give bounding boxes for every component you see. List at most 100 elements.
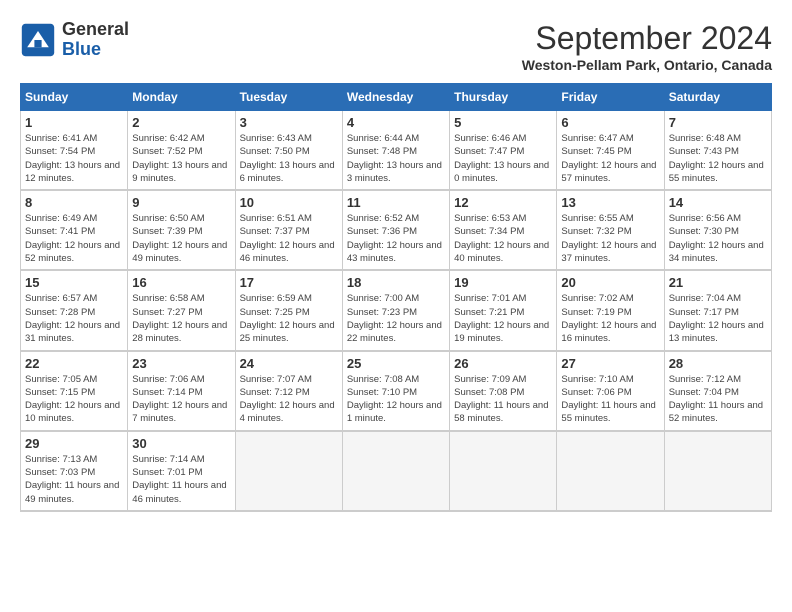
day-detail: Sunrise: 6:59 AMSunset: 7:25 PMDaylight:… [240,292,338,345]
day-number: 5 [454,115,552,130]
empty-cell [342,431,449,511]
page-header: General Blue September 2024 Weston-Pella… [20,20,772,73]
empty-cell [235,431,342,511]
day-cell-7: 7 Sunrise: 6:48 AMSunset: 7:43 PMDaylight… [664,111,771,191]
day-cell-9: 9 Sunrise: 6:50 AMSunset: 7:39 PMDaylight… [128,190,235,270]
day-detail: Sunrise: 7:13 AMSunset: 7:03 PMDaylight:… [25,453,123,506]
empty-cell [450,431,557,511]
day-cell-19: 19 Sunrise: 7:01 AMSunset: 7:21 PMDayligh… [450,270,557,350]
day-detail: Sunrise: 7:00 AMSunset: 7:23 PMDaylight:… [347,292,445,345]
day-cell-15: 15 Sunrise: 6:57 AMSunset: 7:28 PMDayligh… [21,270,128,350]
day-number: 23 [132,356,230,371]
day-number: 12 [454,195,552,210]
day-number: 7 [669,115,767,130]
day-cell-27: 27Sunrise: 7:10 AMSunset: 7:06 PMDayligh… [557,351,664,431]
day-number: 13 [561,195,659,210]
day-cell-24: 24 Sunrise: 7:07 AMSunset: 7:12 PMDayligh… [235,351,342,431]
day-number: 6 [561,115,659,130]
day-detail: Sunrise: 6:46 AMSunset: 7:47 PMDaylight:… [454,132,552,185]
day-cell-12: 12 Sunrise: 6:53 AMSunset: 7:34 PMDayligh… [450,190,557,270]
day-cell-3: 3 Sunrise: 6:43 AMSunset: 7:50 PMDaylight… [235,111,342,191]
day-number: 10 [240,195,338,210]
weekday-header-wednesday: Wednesday [342,84,449,111]
day-detail: Sunrise: 6:49 AMSunset: 7:41 PMDaylight:… [25,212,123,265]
day-detail: Sunrise: 7:08 AMSunset: 7:10 PMDaylight:… [347,373,445,426]
day-detail: Sunrise: 7:14 AMSunset: 7:01 PMDaylight:… [132,453,230,506]
day-cell-4: 4 Sunrise: 6:44 AMSunset: 7:48 PMDaylight… [342,111,449,191]
day-number: 28 [669,356,767,371]
weekday-header-friday: Friday [557,84,664,111]
calendar-table: SundayMondayTuesdayWednesdayThursdayFrid… [20,83,772,512]
day-detail: Sunrise: 6:43 AMSunset: 7:50 PMDaylight:… [240,132,338,185]
day-cell-28: 28 Sunrise: 7:12 AMSunset: 7:04 PMDayligh… [664,351,771,431]
title-block: September 2024 Weston-Pellam Park, Ontar… [522,20,772,73]
week-row-2: 8 Sunrise: 6:49 AMSunset: 7:41 PMDaylight… [21,190,772,270]
day-detail: Sunrise: 6:41 AMSunset: 7:54 PMDaylight:… [25,132,123,185]
logo-general: General [62,19,129,39]
day-detail: Sunrise: 6:57 AMSunset: 7:28 PMDaylight:… [25,292,123,345]
day-cell-29: 29 Sunrise: 7:13 AMSunset: 7:03 PMDayligh… [21,431,128,511]
day-detail: Sunrise: 6:52 AMSunset: 7:36 PMDaylight:… [347,212,445,265]
location: Weston-Pellam Park, Ontario, Canada [522,57,772,73]
day-number: 4 [347,115,445,130]
logo: General Blue [20,20,129,60]
day-cell-23: 23 Sunrise: 7:06 AMSunset: 7:14 PMDayligh… [128,351,235,431]
week-row-4: 22Sunrise: 7:05 AMSunset: 7:15 PMDayligh… [21,351,772,431]
day-detail: Sunrise: 6:50 AMSunset: 7:39 PMDaylight:… [132,212,230,265]
weekday-header-monday: Monday [128,84,235,111]
day-detail: Sunrise: 6:58 AMSunset: 7:27 PMDaylight:… [132,292,230,345]
day-number: 2 [132,115,230,130]
day-number: 22 [25,356,123,371]
weekday-header-tuesday: Tuesday [235,84,342,111]
empty-cell [557,431,664,511]
day-number: 16 [132,275,230,290]
day-cell-18: 18 Sunrise: 7:00 AMSunset: 7:23 PMDayligh… [342,270,449,350]
day-cell-16: 16 Sunrise: 6:58 AMSunset: 7:27 PMDayligh… [128,270,235,350]
day-cell-13: 13 Sunrise: 6:55 AMSunset: 7:32 PMDayligh… [557,190,664,270]
day-number: 18 [347,275,445,290]
day-number: 27 [561,356,659,371]
day-number: 29 [25,436,123,451]
day-number: 14 [669,195,767,210]
day-number: 17 [240,275,338,290]
day-number: 30 [132,436,230,451]
day-number: 24 [240,356,338,371]
day-detail: Sunrise: 6:47 AMSunset: 7:45 PMDaylight:… [561,132,659,185]
day-number: 9 [132,195,230,210]
day-detail: Sunrise: 6:44 AMSunset: 7:48 PMDaylight:… [347,132,445,185]
day-number: 11 [347,195,445,210]
day-number: 3 [240,115,338,130]
day-number: 20 [561,275,659,290]
day-cell-5: 5 Sunrise: 6:46 AMSunset: 7:47 PMDaylight… [450,111,557,191]
day-detail: Sunrise: 7:12 AMSunset: 7:04 PMDaylight:… [669,373,767,426]
weekday-header-saturday: Saturday [664,84,771,111]
logo-icon [20,22,56,58]
day-detail: Sunrise: 6:48 AMSunset: 7:43 PMDaylight:… [669,132,767,185]
empty-cell [664,431,771,511]
day-cell-6: 6 Sunrise: 6:47 AMSunset: 7:45 PMDaylight… [557,111,664,191]
day-detail: Sunrise: 7:04 AMSunset: 7:17 PMDaylight:… [669,292,767,345]
day-number: 15 [25,275,123,290]
day-cell-30: 30 Sunrise: 7:14 AMSunset: 7:01 PMDayligh… [128,431,235,511]
day-number: 8 [25,195,123,210]
day-cell-8: 8 Sunrise: 6:49 AMSunset: 7:41 PMDaylight… [21,190,128,270]
day-detail: Sunrise: 7:06 AMSunset: 7:14 PMDaylight:… [132,373,230,426]
day-number: 1 [25,115,123,130]
day-number: 26 [454,356,552,371]
weekday-header-thursday: Thursday [450,84,557,111]
day-detail: Sunrise: 7:02 AMSunset: 7:19 PMDaylight:… [561,292,659,345]
logo-blue: Blue [62,39,101,59]
month-title: September 2024 [522,20,772,57]
day-number: 19 [454,275,552,290]
day-detail: Sunrise: 6:42 AMSunset: 7:52 PMDaylight:… [132,132,230,185]
weekday-header-sunday: Sunday [21,84,128,111]
day-cell-22: 22Sunrise: 7:05 AMSunset: 7:15 PMDayligh… [21,351,128,431]
day-detail: Sunrise: 6:53 AMSunset: 7:34 PMDaylight:… [454,212,552,265]
day-detail: Sunrise: 7:01 AMSunset: 7:21 PMDaylight:… [454,292,552,345]
day-cell-20: 20 Sunrise: 7:02 AMSunset: 7:19 PMDayligh… [557,270,664,350]
day-cell-17: 17 Sunrise: 6:59 AMSunset: 7:25 PMDayligh… [235,270,342,350]
day-detail: Sunrise: 7:07 AMSunset: 7:12 PMDaylight:… [240,373,338,426]
day-detail: Sunrise: 6:56 AMSunset: 7:30 PMDaylight:… [669,212,767,265]
day-detail: Sunrise: 6:55 AMSunset: 7:32 PMDaylight:… [561,212,659,265]
day-number: 25 [347,356,445,371]
